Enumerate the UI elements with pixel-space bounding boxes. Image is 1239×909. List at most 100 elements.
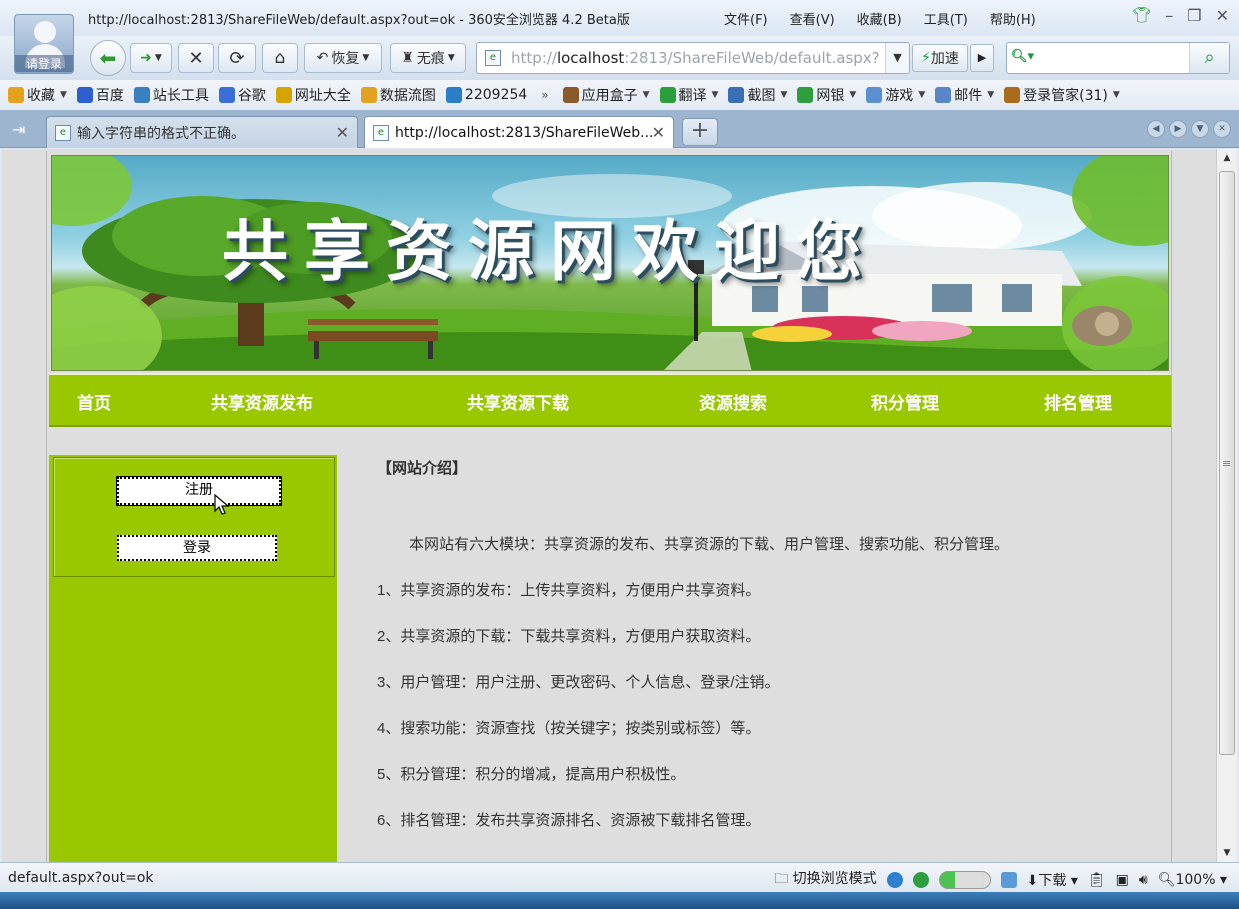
nav-publish[interactable]: 共享资源发布 <box>211 389 313 414</box>
tab-scroll-left-icon[interactable]: ◀ <box>1147 120 1165 138</box>
bookmark-label: 站长工具 <box>152 88 209 104</box>
bookmark-item[interactable]: 站长工具 <box>133 85 209 105</box>
go-button[interactable]: ▶ <box>970 44 994 72</box>
stop-button[interactable]: ✕ <box>178 43 214 73</box>
box-icon <box>562 87 579 103</box>
intro-item: 3、用户管理：用户注册、更改密码、个人信息、登录/注销。 <box>377 674 780 691</box>
menu-bar: 文件(F) 查看(V) 收藏(B) 工具(T) 帮助(H) <box>724 9 1036 28</box>
address-dropdown-icon[interactable]: ▼ <box>885 43 909 73</box>
skin-icon[interactable]: 👕︎ <box>1132 6 1151 25</box>
address-rest: :2813/ShareFileWeb/default.aspx? <box>624 49 880 67</box>
sidebar-toggle-icon[interactable]: ⇥ <box>12 120 25 139</box>
bookmark-item[interactable]: 游戏 ▼ <box>866 85 925 105</box>
menu-favorites[interactable]: 收藏(B) <box>857 9 902 28</box>
search-engine-icon[interactable]: 🔍︎▾ <box>1011 49 1041 69</box>
refresh-button[interactable]: ⟳ <box>218 43 256 73</box>
bookmark-item[interactable]: 翻译 ▼ <box>659 85 718 105</box>
scroll-down-icon[interactable]: ▼ <box>1217 844 1237 862</box>
home-button[interactable]: ⌂ <box>262 43 298 73</box>
window-title: http://localhost:2813/ShareFileWeb/defau… <box>88 13 630 28</box>
zoom-control[interactable]: 🔍︎100% ▾ <box>1158 872 1227 888</box>
banner-title: 共享资源网欢迎您 <box>222 212 878 290</box>
chevron-down-icon: ▼ <box>60 90 67 100</box>
tab-label: http://localhost:2813/ShareFileWeb... <box>395 124 654 141</box>
bookmark-label: 游戏 <box>885 88 914 104</box>
tab-error[interactable]: e 输入字符串的格式不正确。 ✕ <box>46 116 358 148</box>
minimize-icon[interactable]: – <box>1165 6 1173 25</box>
forward-button[interactable]: ➜ ▼ <box>130 43 172 73</box>
bookmark-label: 网址大全 <box>294 88 351 104</box>
nav-points[interactable]: 积分管理 <box>871 389 939 414</box>
window-icon[interactable]: ▣ <box>1116 872 1129 888</box>
site-banner: 共享资源网欢迎您 <box>51 155 1169 371</box>
close-tab-icon[interactable]: ✕ <box>652 123 665 142</box>
speed-up-button[interactable]: ⚡︎ 加速 <box>912 44 968 72</box>
bookmark-item[interactable]: 2209254 <box>445 87 527 103</box>
incognito-button[interactable]: ♜ 无痕 ▼ <box>390 43 466 73</box>
scroll-grip-icon: ≡ <box>1222 457 1232 470</box>
bookmark-label: 截图 <box>747 88 776 104</box>
menu-help[interactable]: 帮助(H) <box>990 9 1036 28</box>
close-tab-icon[interactable]: ✕ <box>336 123 349 142</box>
nav-ranking[interactable]: 排名管理 <box>1044 389 1112 414</box>
scroll-up-icon[interactable]: ▲ <box>1217 149 1237 167</box>
more-bookmarks-icon[interactable]: » <box>541 88 548 102</box>
site-nav: 首页 共享资源发布 共享资源下载 资源搜索 积分管理 排名管理 <box>49 373 1171 427</box>
clipboard-icon[interactable]: 📋︎ <box>1088 872 1106 888</box>
security-icon[interactable] <box>912 872 929 888</box>
menu-file[interactable]: 文件(F) <box>724 9 768 28</box>
new-tab-button[interactable]: + <box>682 118 718 146</box>
bookmark-label: 谷歌 <box>237 88 266 104</box>
nav-home[interactable]: 首页 <box>77 389 111 414</box>
download-button[interactable]: ⬇下载 ▾ <box>1027 870 1078 890</box>
menu-view[interactable]: 查看(V) <box>790 9 835 28</box>
address-bar[interactable]: e http://localhost:2813/ShareFileWeb/def… <box>476 42 910 74</box>
refresh-icon: ⟳ <box>229 47 245 69</box>
tab-favicon-icon: e <box>55 125 71 141</box>
restore-icon[interactable]: ❐ <box>1187 6 1201 25</box>
bookmark-item[interactable]: 数据流图 <box>360 85 436 105</box>
browse-mode-button[interactable]: 🗀 切换浏览模式 <box>774 868 876 892</box>
bookmark-item[interactable]: 收藏 ▼ <box>8 85 67 105</box>
bookmark-item[interactable]: 登录管家(31) ▼ <box>1004 85 1120 105</box>
speaker-icon[interactable]: 🔊︎ <box>1139 872 1148 888</box>
vertical-scrollbar[interactable]: ▲ ≡ ▼ <box>1216 149 1237 862</box>
undo-icon: ↶ <box>316 50 329 66</box>
register-button[interactable]: 注册 <box>116 476 282 506</box>
bookmark-item[interactable]: 网银 ▼ <box>797 85 856 105</box>
bookmark-item[interactable]: 邮件 ▼ <box>935 85 994 105</box>
lightning-icon: ⚡︎ <box>921 50 931 66</box>
translate-icon <box>659 87 676 103</box>
bookmark-item[interactable]: 网址大全 <box>275 85 351 105</box>
nav-download[interactable]: 共享资源下载 <box>467 389 569 414</box>
avatar-label: 请登录 <box>15 55 73 72</box>
toggle-switch[interactable] <box>938 871 991 889</box>
bookmark-item[interactable]: 截图 ▼ <box>728 85 787 105</box>
nav-search[interactable]: 资源搜索 <box>699 389 767 414</box>
login-button[interactable]: 登录 <box>117 535 277 561</box>
tab-current[interactable]: e http://localhost:2813/ShareFileWeb... … <box>364 116 674 148</box>
tab-list-icon[interactable]: ▼ <box>1191 120 1209 138</box>
tab-scroll-right-icon[interactable]: ▶ <box>1169 120 1187 138</box>
bookmark-item[interactable]: 谷歌 <box>218 85 266 105</box>
ie-icon[interactable] <box>886 872 903 888</box>
search-box[interactable]: 🔍︎▾ ⌕ <box>1006 42 1230 74</box>
download-label: 下载 <box>1038 873 1067 889</box>
incognito-label: 无痕 <box>416 51 445 67</box>
baidu-paw-icon <box>76 87 93 103</box>
screenshot-icon[interactable] <box>1000 872 1017 888</box>
bookmark-item[interactable]: 应用盒子 ▼ <box>562 85 650 105</box>
restore-tabs-button[interactable]: ↶ 恢复 ▼ <box>304 43 382 73</box>
chevron-down-icon: ▼ <box>987 90 995 100</box>
bookmark-item[interactable]: 百度 <box>76 85 124 105</box>
close-all-tabs-icon[interactable]: ✕ <box>1213 120 1231 138</box>
back-button[interactable]: ⬅ <box>90 40 126 76</box>
tab-label: 输入字符串的格式不正确。 <box>77 125 245 142</box>
login-panel: 注册 登录 <box>53 457 335 577</box>
close-icon[interactable]: ✕ <box>1216 6 1229 25</box>
tab-bar: ⇥ e 输入字符串的格式不正确。 ✕ e http://localhost:28… <box>0 110 1239 148</box>
search-button[interactable]: ⌕ <box>1189 43 1229 73</box>
os-taskbar <box>0 892 1239 909</box>
menu-tools[interactable]: 工具(T) <box>924 9 968 28</box>
user-avatar[interactable]: 请登录 <box>14 14 74 74</box>
